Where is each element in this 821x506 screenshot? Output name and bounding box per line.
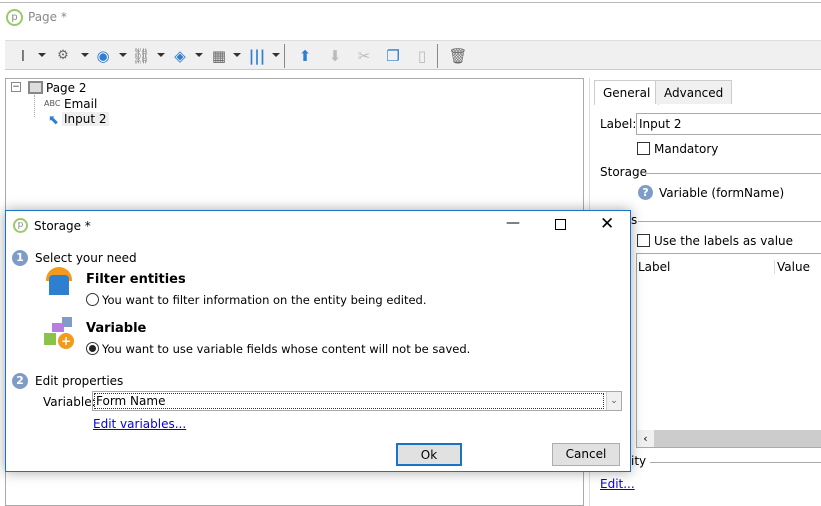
page-icon [28, 81, 43, 94]
input-settings-icon[interactable]: ⚙ [53, 46, 73, 66]
checkbox[interactable] [637, 234, 650, 247]
text-field-icon: ABC [44, 99, 61, 108]
chevron-down-icon[interactable]: ⌄ [606, 392, 621, 410]
storage-group-label: Storage [600, 165, 647, 179]
move-up-icon[interactable]: ⬆ [295, 46, 315, 66]
app-logo-icon: p [6, 9, 23, 26]
close-icon[interactable]: ✕ [600, 214, 614, 234]
divider [650, 462, 821, 463]
option-variable-radio[interactable]: You want to use variable fields whose co… [86, 342, 470, 356]
storage-value: Variable (formName) [659, 186, 785, 200]
toolbar-separator [284, 44, 285, 68]
tree-node-input[interactable]: Input 2 [62, 112, 109, 126]
globe-icon[interactable]: ◉ [93, 46, 113, 66]
mandatory-checkbox[interactable]: Mandatory [637, 142, 718, 156]
column-header-label[interactable]: Label [638, 260, 670, 274]
layers-icon[interactable]: ◈ [170, 46, 190, 66]
option-variable-desc: You want to use variable fields whose co… [102, 342, 471, 356]
radio[interactable] [86, 293, 99, 306]
toolbar: I ⚙ ◉ ⛓ ◈ ▦ ||| ⬆ ⬇ ✂ ❐ ▯ 🗑 [5, 40, 821, 70]
option-filter-title: Filter entities [86, 272, 186, 287]
tree-node-email[interactable]: Email [64, 97, 97, 111]
text-cursor-icon[interactable]: I [13, 46, 33, 66]
title-bar: p Page * [0, 4, 821, 32]
tree-node-page[interactable]: Page 2 [46, 81, 87, 95]
variable-icon: + [44, 317, 76, 349]
link-icon[interactable]: ⛓ [131, 46, 151, 66]
help-icon[interactable]: ? [638, 185, 653, 200]
divider [645, 173, 821, 174]
tab-general[interactable]: General [594, 80, 660, 105]
chevron-down-icon[interactable] [119, 53, 127, 57]
step-1-label: Select your need [35, 251, 137, 265]
option-filter-desc: You want to filter information on the en… [102, 293, 427, 307]
chevron-down-icon[interactable] [157, 53, 165, 57]
top-strip [0, 0, 821, 3]
step-2-label: Edit properties [35, 374, 124, 388]
delete-icon[interactable]: 🗑 [448, 46, 468, 66]
checkbox[interactable] [637, 142, 650, 155]
values-table: Label Value ‹ [636, 253, 821, 448]
collapse-icon[interactable]: − [11, 82, 21, 92]
dialog-title: Storage * [34, 219, 91, 233]
divider [638, 221, 821, 222]
tab-advanced[interactable]: Advanced [655, 80, 733, 104]
chevron-down-icon[interactable] [272, 53, 280, 57]
use-labels-checkbox[interactable]: Use the labels as value [637, 234, 793, 248]
horizontal-scrollbar[interactable]: ‹ [637, 430, 821, 447]
values-group-label: s [631, 213, 638, 227]
visibility-group-label: ity [631, 454, 647, 468]
radio[interactable] [86, 342, 99, 355]
chevron-down-icon[interactable] [81, 53, 89, 57]
input-cursor-icon: ⬉ [48, 113, 59, 128]
label-caption: Label: [600, 117, 637, 131]
chevron-down-icon[interactable] [38, 53, 46, 57]
option-filter-radio[interactable]: You want to filter information on the en… [86, 293, 427, 307]
option-variable-title: Variable [86, 321, 147, 336]
cut-icon[interactable]: ✂ [354, 46, 374, 66]
ok-button[interactable]: Ok [396, 443, 462, 466]
column-header-value[interactable]: Value [774, 260, 810, 274]
columns-icon[interactable]: ||| [247, 46, 267, 66]
move-down-icon[interactable]: ⬇ [325, 46, 345, 66]
chevron-down-icon[interactable] [233, 53, 241, 57]
label-input[interactable]: Input 2 [636, 113, 821, 135]
tree-line [34, 95, 35, 117]
maximize-icon[interactable] [555, 219, 566, 230]
scroll-left-icon[interactable]: ‹ [637, 430, 654, 447]
variable-select-value: Form Name [94, 393, 604, 409]
filter-entities-icon [44, 267, 74, 297]
edit-link[interactable]: Edit... [600, 477, 635, 491]
edit-variables-link[interactable]: Edit variables... [93, 417, 186, 431]
window-title: Page * [28, 10, 67, 24]
dialog-title-bar[interactable]: p Storage * — ✕ [6, 211, 630, 241]
app-logo-icon: p [13, 218, 28, 233]
copy-icon[interactable]: ❐ [383, 46, 403, 66]
mandatory-label: Mandatory [654, 142, 719, 156]
use-labels-label: Use the labels as value [654, 234, 794, 248]
variable-label: Variable: [43, 395, 96, 409]
table-icon[interactable]: ▦ [209, 46, 229, 66]
toolbar-separator [437, 44, 438, 68]
step-1-badge: 1 [12, 250, 28, 266]
storage-dialog: p Storage * — ✕ 1 Select your need Filte… [5, 210, 631, 472]
minimize-icon[interactable]: — [506, 215, 520, 231]
cancel-button[interactable]: Cancel [552, 443, 620, 466]
paste-icon[interactable]: ▯ [412, 46, 432, 66]
chevron-down-icon[interactable] [195, 53, 203, 57]
step-2-badge: 2 [12, 373, 28, 389]
variable-select[interactable]: Form Name ⌄ [92, 391, 622, 411]
